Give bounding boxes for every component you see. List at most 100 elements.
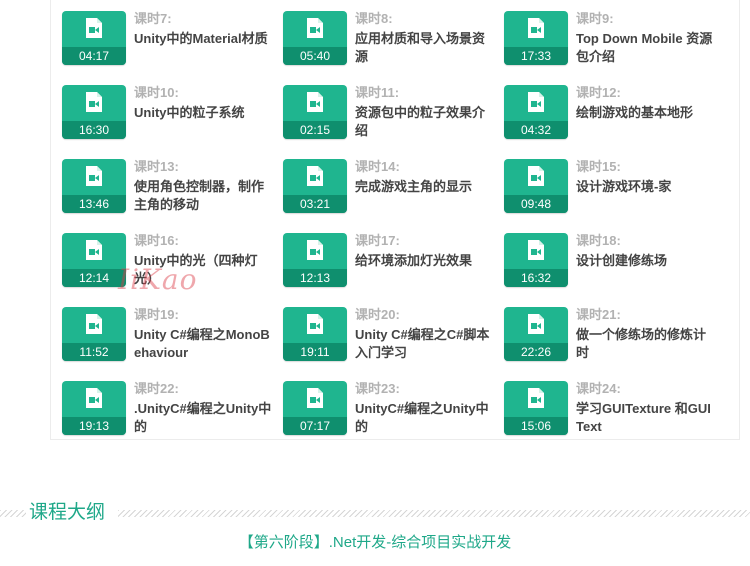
lesson-item[interactable]: 16:30 课时10: Unity中的粒子系统 (62, 85, 277, 145)
video-file-icon (86, 18, 102, 38)
lesson-meta: 课时24: 学习GUITexture 和GUIText (576, 381, 716, 436)
lesson-item[interactable]: 07:17 课时23: UnityC#编程之Unity中的 (283, 381, 498, 441)
lesson-title[interactable]: 做一个修练场的修炼计时 (576, 326, 716, 362)
lesson-meta: 课时12: 绘制游戏的基本地形 (576, 85, 716, 122)
lesson-title[interactable]: 资源包中的粒子效果介绍 (355, 104, 495, 140)
lesson-title[interactable]: Unity C#编程之MonoBehaviour (134, 326, 274, 362)
lesson-item[interactable]: 17:33 课时9: Top Down Mobile 资源包介绍 (504, 11, 719, 71)
lesson-item[interactable]: 13:46 课时13: 使用角色控制器，制作主角的移动 (62, 159, 277, 219)
lesson-title[interactable]: .UnityC#编程之Unity中的 (134, 400, 274, 436)
lesson-number: 课时7: (134, 11, 172, 26)
lesson-thumbnail[interactable]: 17:33 (504, 11, 568, 65)
lesson-title[interactable]: UnityC#编程之Unity中的 (355, 400, 495, 436)
lesson-duration: 15:06 (504, 417, 568, 435)
lesson-item[interactable]: 22:26 课时21: 做一个修练场的修炼计时 (504, 307, 719, 367)
lesson-duration: 11:52 (62, 343, 126, 361)
lesson-item[interactable]: 05:40 课时8: 应用材质和导入场景资源 (283, 11, 498, 71)
lesson-item[interactable]: 12:13 课时17: 给环境添加灯光效果 (283, 233, 498, 293)
video-file-icon (307, 388, 323, 408)
lesson-item[interactable]: 15:06 课时24: 学习GUITexture 和GUIText (504, 381, 719, 441)
lesson-title[interactable]: 给环境添加灯光效果 (355, 252, 495, 270)
lesson-duration: 05:40 (283, 47, 347, 65)
lesson-item[interactable]: 11:52 课时19: Unity C#编程之MonoBehaviour (62, 307, 277, 367)
lesson-item[interactable]: 19:13 课时22: .UnityC#编程之Unity中的 (62, 381, 277, 441)
lesson-thumbnail[interactable]: 04:17 (62, 11, 126, 65)
video-file-icon (528, 18, 544, 38)
lesson-thumbnail[interactable]: 04:32 (504, 85, 568, 139)
lesson-title[interactable]: 设计创建修练场 (576, 252, 716, 270)
lesson-title[interactable]: Unity C#编程之C#脚本入门学习 (355, 326, 495, 362)
lesson-thumbnail[interactable]: 19:11 (283, 307, 347, 361)
lesson-thumbnail[interactable]: 16:30 (62, 85, 126, 139)
watermark: IiKao (118, 263, 198, 296)
lesson-meta: 课时17: 给环境添加灯光效果 (355, 233, 495, 270)
lesson-thumbnail[interactable]: 07:17 (283, 381, 347, 435)
lesson-title[interactable]: 使用角色控制器，制作主角的移动 (134, 178, 274, 214)
lesson-item[interactable]: 02:15 课时11: 资源包中的粒子效果介绍 (283, 85, 498, 145)
stage-heading[interactable]: 【第六阶段】.Net开发-综合项目实战开发 (0, 532, 750, 554)
video-file-icon (528, 240, 544, 260)
lesson-thumbnail[interactable]: 12:14 (62, 233, 126, 287)
lesson-thumbnail[interactable]: 19:13 (62, 381, 126, 435)
lesson-number: 课时23: (355, 381, 400, 396)
lesson-duration: 02:15 (283, 121, 347, 139)
lesson-number: 课时9: (576, 11, 614, 26)
lesson-title[interactable]: Unity中的Material材质 (134, 30, 274, 48)
lesson-number: 课时20: (355, 307, 400, 322)
lesson-item[interactable]: 16:32 课时18: 设计创建修练场 (504, 233, 719, 293)
lesson-thumbnail[interactable]: 02:15 (283, 85, 347, 139)
video-file-icon (86, 92, 102, 112)
lesson-thumbnail[interactable]: 15:06 (504, 381, 568, 435)
lesson-duration: 16:32 (504, 269, 568, 287)
lesson-thumbnail[interactable]: 09:48 (504, 159, 568, 213)
lesson-number: 课时11: (355, 85, 400, 100)
lesson-title[interactable]: 绘制游戏的基本地形 (576, 104, 716, 122)
lesson-number: 课时18: (576, 233, 621, 248)
lesson-number: 课时12: (576, 85, 621, 100)
lesson-number: 课时10: (134, 85, 179, 100)
lesson-item[interactable]: 19:11 课时20: Unity C#编程之C#脚本入门学习 (283, 307, 498, 367)
lesson-meta: 课时18: 设计创建修练场 (576, 233, 716, 270)
lesson-meta: 课时9: Top Down Mobile 资源包介绍 (576, 11, 716, 66)
lesson-meta: 课时23: UnityC#编程之Unity中的 (355, 381, 495, 436)
lesson-thumbnail[interactable]: 11:52 (62, 307, 126, 361)
lesson-number: 课时24: (576, 381, 621, 396)
lesson-number: 课时15: (576, 159, 621, 174)
lesson-thumbnail[interactable]: 13:46 (62, 159, 126, 213)
lesson-thumbnail[interactable]: 12:13 (283, 233, 347, 287)
lesson-title[interactable]: 应用材质和导入场景资源 (355, 30, 495, 66)
lesson-item[interactable]: 04:17 课时7: Unity中的Material材质 (62, 11, 277, 71)
lesson-meta: 课时19: Unity C#编程之MonoBehaviour (134, 307, 274, 362)
lesson-thumbnail[interactable]: 22:26 (504, 307, 568, 361)
lesson-meta: 课时20: Unity C#编程之C#脚本入门学习 (355, 307, 495, 362)
lesson-duration: 12:14 (62, 269, 126, 287)
lesson-duration: 17:33 (504, 47, 568, 65)
lesson-item[interactable]: 04:32 课时12: 绘制游戏的基本地形 (504, 85, 719, 145)
lesson-duration: 04:17 (62, 47, 126, 65)
lesson-duration: 07:17 (283, 417, 347, 435)
lesson-title[interactable]: Unity中的粒子系统 (134, 104, 274, 122)
lesson-thumbnail[interactable]: 16:32 (504, 233, 568, 287)
lesson-title[interactable]: 学习GUITexture 和GUIText (576, 400, 716, 436)
lesson-title[interactable]: 完成游戏主角的显示 (355, 178, 495, 196)
lesson-number: 课时14: (355, 159, 400, 174)
video-file-icon (528, 92, 544, 112)
video-file-icon (307, 240, 323, 260)
lesson-item[interactable]: 03:21 课时14: 完成游戏主角的显示 (283, 159, 498, 219)
lesson-list-panel: 04:17 课时7: Unity中的Material材质 05:40 课时8: 应用材质和… (50, 0, 740, 440)
lesson-meta: 课时8: 应用材质和导入场景资源 (355, 11, 495, 66)
lesson-meta: 课时11: 资源包中的粒子效果介绍 (355, 85, 495, 140)
lesson-thumbnail[interactable]: 05:40 (283, 11, 347, 65)
lesson-item[interactable]: 09:48 课时15: 设计游戏环境-家 (504, 159, 719, 219)
lesson-duration: 13:46 (62, 195, 126, 213)
lesson-title[interactable]: Top Down Mobile 资源包介绍 (576, 30, 716, 66)
lesson-duration: 19:13 (62, 417, 126, 435)
hatch-divider-right (118, 510, 750, 517)
lesson-title[interactable]: 设计游戏环境-家 (576, 178, 716, 196)
lesson-meta: 课时21: 做一个修练场的修炼计时 (576, 307, 716, 362)
course-outline-header: 课程大纲 (0, 500, 750, 526)
lesson-thumbnail[interactable]: 03:21 (283, 159, 347, 213)
lesson-duration: 19:11 (283, 343, 347, 361)
lesson-meta: 课时10: Unity中的粒子系统 (134, 85, 274, 122)
lesson-number: 课时21: (576, 307, 621, 322)
